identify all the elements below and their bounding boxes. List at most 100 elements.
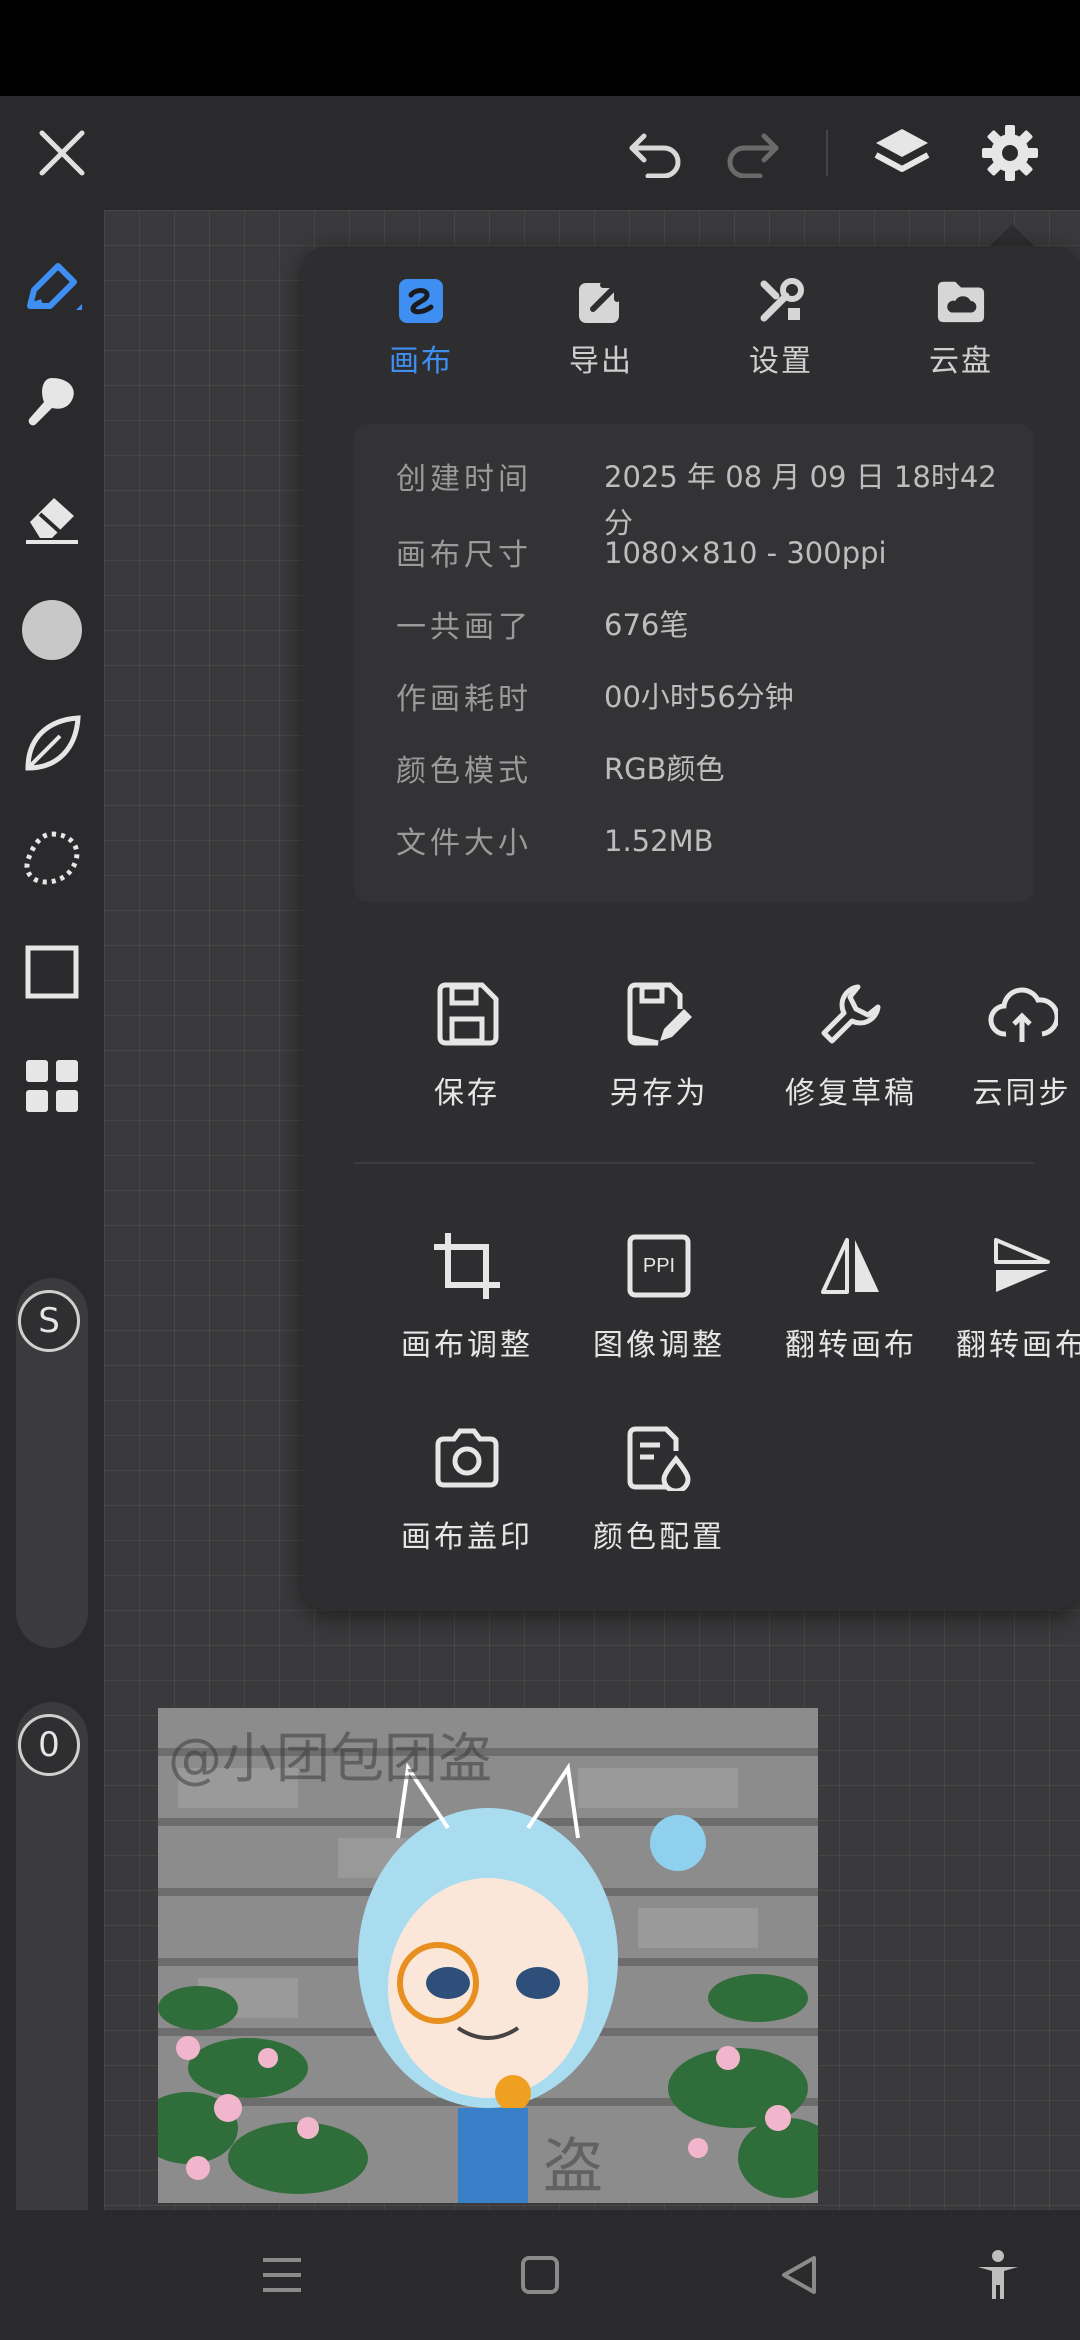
panel-divider — [354, 1162, 1034, 1164]
repair-draft-button[interactable]: 修复草稿 — [756, 974, 946, 1134]
home-button[interactable] — [480, 2210, 600, 2340]
tab-export[interactable]: 导出 — [526, 276, 676, 396]
more-tool[interactable] — [0, 1036, 104, 1136]
wrench-icon — [821, 984, 881, 1044]
info-row-color-mode: 颜色模式 RGB颜色 — [396, 746, 1016, 806]
canvas-adjust-button[interactable]: 画布调整 — [372, 1226, 562, 1386]
info-row-size: 画布尺寸 1080×810 - 300ppi — [396, 530, 1016, 590]
color-profile-icon — [627, 1426, 691, 1491]
cloud-sync-label: 云同步 — [972, 1076, 1072, 1111]
eraser-icon — [26, 498, 78, 544]
cloud-sync-button[interactable]: 云同步 — [948, 974, 1080, 1134]
tab-canvas[interactable]: 画布 — [346, 276, 496, 396]
info-key: 创建时间 — [396, 462, 532, 497]
canvas-adjust-label: 画布调整 — [401, 1328, 533, 1363]
cloud-sync-icon — [988, 987, 1058, 1042]
recent-apps-button[interactable] — [222, 2210, 342, 2340]
left-toolbar: S 0 — [0, 210, 104, 2278]
layers-button[interactable] — [852, 96, 952, 210]
lasso-icon — [24, 831, 80, 885]
flip-vertical-label: 翻转画布 — [956, 1328, 1080, 1363]
undo-icon — [629, 133, 681, 178]
info-value: 676笔 — [604, 608, 689, 642]
grid-icon — [26, 1060, 78, 1112]
smudge-icon — [28, 378, 74, 426]
flip-horizontal-label: 翻转画布 — [785, 1328, 917, 1363]
status-bar — [0, 0, 1080, 96]
tab-cloud-label: 云盘 — [929, 344, 993, 379]
artwork-watermark-top: @小团包团盗 — [168, 1727, 492, 1790]
color-tool[interactable] — [0, 580, 104, 680]
info-value: 00小时56分钟 — [604, 680, 794, 714]
info-row-created: 创建时间 2025 年 08 月 09 日 18时42分 — [396, 454, 1016, 540]
divider — [826, 130, 828, 176]
back-triangle-icon — [782, 2256, 816, 2294]
lasso-tool[interactable] — [0, 808, 104, 908]
opacity-slider-knob[interactable]: 0 — [18, 1714, 80, 1776]
save-button[interactable]: 保存 — [372, 974, 562, 1134]
smudge-tool[interactable] — [0, 352, 104, 452]
info-value: RGB颜色 — [604, 752, 725, 786]
cloud-folder-icon — [937, 281, 985, 323]
artwork-watermark-bottom: 盗 — [543, 2132, 603, 2202]
canvas-menu-panel: 画布 导出 设置 云盘 创建时间 2025 年 08 月 09 日 18时42分… — [302, 246, 1080, 1610]
home-square-icon — [521, 2256, 559, 2294]
save-as-label: 另存为 — [609, 1076, 709, 1111]
crop-icon — [434, 1233, 500, 1299]
flip-vertical-button[interactable]: 翻转画布 — [948, 1226, 1080, 1386]
info-value: 1080×810 - 300ppi — [604, 536, 887, 570]
redo-button[interactable] — [702, 96, 802, 210]
shape-tool[interactable] — [0, 922, 104, 1022]
flip-horizontal-icon — [821, 1238, 879, 1294]
artwork-canvas[interactable]: @小团包团盗 盗 — [158, 1708, 818, 2203]
undo-button[interactable] — [606, 96, 706, 210]
info-row-time: 作画耗时 00小时56分钟 — [396, 674, 1016, 734]
save-label: 保存 — [434, 1076, 500, 1111]
brush-tool[interactable] — [0, 238, 104, 338]
back-button[interactable] — [738, 2210, 858, 2340]
eraser-tool[interactable] — [0, 466, 104, 566]
menu-lines-icon — [263, 2258, 301, 2292]
opacity-slider[interactable] — [16, 1702, 88, 2278]
canvas-info-card: 创建时间 2025 年 08 月 09 日 18时42分 画布尺寸 1080×8… — [354, 424, 1034, 902]
system-nav-bar — [0, 2210, 1080, 2340]
info-key: 颜色模式 — [396, 754, 532, 789]
camera-icon — [435, 1428, 499, 1488]
tools-icon — [760, 278, 804, 322]
export-icon — [579, 282, 620, 323]
image-adjust-button[interactable]: PPI 图像调整 — [564, 1226, 754, 1386]
image-adjust-label: 图像调整 — [593, 1328, 725, 1363]
tab-settings-label: 设置 — [749, 344, 813, 379]
layers-icon — [874, 129, 930, 172]
flip-vertical-icon — [994, 1238, 1050, 1292]
pen-icon — [27, 263, 82, 310]
panel-arrow — [990, 224, 1034, 246]
info-key: 一共画了 — [396, 610, 532, 645]
close-button[interactable] — [12, 96, 112, 210]
accessibility-button[interactable] — [938, 2210, 1058, 2340]
flip-horizontal-button[interactable]: 翻转画布 — [756, 1226, 946, 1386]
info-row-strokes: 一共画了 676笔 — [396, 602, 1016, 662]
repair-draft-label: 修复草稿 — [785, 1076, 917, 1111]
size-slider-knob[interactable]: S — [18, 1290, 80, 1352]
tab-cloud[interactable]: 云盘 — [886, 276, 1036, 396]
leaf-icon — [25, 715, 81, 771]
info-key: 作画耗时 — [396, 682, 532, 717]
save-as-icon — [627, 982, 692, 1046]
info-value: 1.52MB — [604, 824, 714, 858]
tab-canvas-label: 画布 — [389, 344, 453, 379]
info-key: 画布尺寸 — [396, 538, 532, 573]
canvas-stamp-button[interactable]: 画布盖印 — [372, 1418, 562, 1578]
tab-settings[interactable]: 设置 — [706, 276, 856, 396]
settings-button[interactable] — [960, 96, 1060, 210]
save-as-button[interactable]: 另存为 — [564, 974, 754, 1134]
color-profile-button[interactable]: 颜色配置 — [564, 1418, 754, 1578]
ppi-icon-text: PPI — [642, 1254, 676, 1277]
redo-icon — [727, 133, 779, 178]
info-key: 文件大小 — [396, 826, 532, 861]
square-icon — [25, 945, 79, 999]
leaf-tool[interactable] — [0, 694, 104, 794]
save-icon — [437, 982, 499, 1046]
canvas-icon — [399, 279, 443, 323]
canvas-stamp-label: 画布盖印 — [401, 1520, 533, 1555]
